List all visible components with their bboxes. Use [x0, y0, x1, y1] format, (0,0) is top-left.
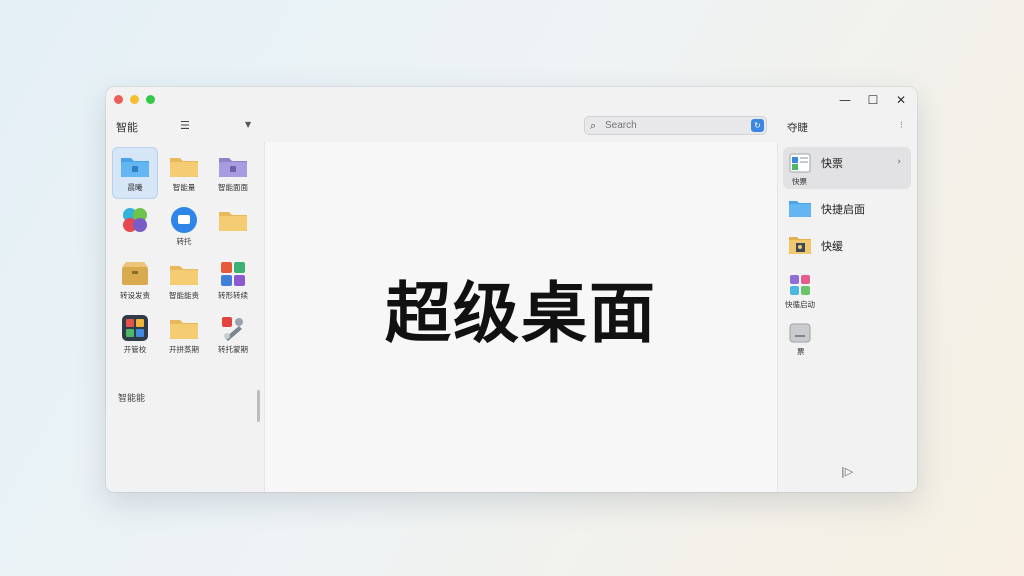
search-submit-button[interactable]: ↻ [751, 119, 764, 132]
page-title: 超级桌面 [385, 275, 657, 352]
right-item[interactable]: 快捷启面 [783, 195, 911, 221]
search-box: ⌕ ↻ [584, 116, 767, 135]
chevron-right-icon: › [897, 157, 901, 167]
folder-icon [218, 207, 248, 233]
grid-item[interactable]: 晨曦 [112, 147, 158, 199]
left-sidebar: 智能 ☰ ▼ 晨曦 智能量 智能面面 转托 转设发责 智能能责 转形转续 开管校… [106, 111, 264, 492]
window-controls: — ☐ ✕ [837, 93, 909, 107]
grid-item-label: 晨曦 [127, 183, 143, 192]
drive-icon [788, 322, 812, 344]
grid-item[interactable]: 开管校 [112, 309, 158, 361]
right-item-label: 快捷启面 [821, 203, 865, 216]
left-section-label: 智能能 [118, 394, 146, 404]
grid-item[interactable] [210, 201, 256, 253]
blue-circle-app-icon [169, 207, 199, 233]
right-item-sublabel: 快票 [792, 177, 807, 186]
zoom-dot-button[interactable] [146, 95, 155, 104]
close-button[interactable]: ✕ [893, 93, 909, 107]
photo-folder-icon [788, 234, 812, 256]
app-window: — ☐ ✕ 智能 ☰ ▼ 晨曦 智能量 智能面面 转托 转设发责 智能能责 转形… [106, 87, 917, 492]
blue-folder-icon [788, 197, 812, 219]
traffic-lights [114, 95, 155, 104]
app-window-icon [788, 152, 812, 174]
grid-item-label: 转托 [176, 237, 192, 246]
close-dot-button[interactable] [114, 95, 123, 104]
grid-item-label: 智能能责 [169, 291, 199, 300]
maximize-button[interactable]: ☐ [865, 93, 881, 107]
puzzle-app-icon [218, 261, 248, 287]
folder-icon [169, 153, 199, 179]
grid-item[interactable]: 转托 [161, 201, 207, 253]
list-view-icon[interactable]: ☰ [180, 119, 190, 132]
right-item-sublabel: 票 [797, 347, 805, 356]
grid-item-label: 开管校 [123, 345, 147, 354]
colorful-app-icon [120, 207, 150, 233]
minimize-dot-button[interactable] [130, 95, 139, 104]
archive-box-icon [120, 261, 150, 287]
grid-item[interactable]: 智能能责 [161, 255, 207, 307]
blue-folder-icon [120, 153, 150, 179]
grid-item[interactable]: 智能量 [161, 147, 207, 199]
folder-icon [169, 261, 199, 287]
chevron-down-icon[interactable]: ▼ [245, 120, 251, 129]
grid-app-icon [120, 315, 150, 341]
right-item[interactable]: 快票 快票 › [783, 147, 911, 189]
left-header: 智能 [116, 121, 138, 134]
grid-item-label: 转设发责 [120, 291, 150, 300]
collapse-panel-icon[interactable]: |▷ [841, 465, 853, 478]
grid-item[interactable]: 智能面面 [210, 147, 256, 199]
grid-item-label: 智能量 [172, 183, 196, 192]
right-item-label: 快缓 [821, 240, 843, 253]
right-item-sublabel: 快循启动 [785, 300, 815, 309]
grid-item[interactable]: 转托蒙期 [210, 309, 256, 361]
main-content: 超级桌面 [264, 142, 778, 492]
right-header: 夺睫 [787, 122, 808, 134]
right-item[interactable]: 票 [783, 319, 911, 361]
search-icon: ⌕ [590, 119, 597, 132]
search-input[interactable] [605, 118, 745, 133]
grid-item-label: 智能面面 [218, 183, 248, 192]
right-item[interactable]: 快缓 [783, 232, 911, 258]
grid-item-label: 转形转续 [218, 291, 248, 300]
right-item-label: 快票 [821, 157, 843, 170]
right-item[interactable]: 快循启动 [783, 271, 911, 313]
purple-folder-icon [218, 153, 248, 179]
grid-item-label: 开拼蒸期 [169, 345, 199, 354]
grid-item[interactable] [112, 201, 158, 253]
folder-icon [169, 315, 199, 341]
colorful-grid-icon [788, 274, 812, 296]
grid-item[interactable]: 开拼蒸期 [161, 309, 207, 361]
grid-item[interactable]: 转设发责 [112, 255, 158, 307]
more-options-icon[interactable]: ⁝ [900, 120, 903, 131]
app-grid: 晨曦 智能量 智能面面 转托 转设发责 智能能责 转形转续 开管校 开拼蒸期 转… [112, 147, 258, 361]
left-scrollbar[interactable] [257, 390, 260, 422]
minimize-button[interactable]: — [837, 93, 853, 107]
grid-item[interactable]: 转形转续 [210, 255, 256, 307]
right-sidebar: 夺睫 ⁝ 快票 快票 › 快捷启面 快缓 快循启动 票 [777, 111, 917, 492]
grid-item-label: 转托蒙期 [218, 345, 248, 354]
tools-app-icon [218, 315, 248, 341]
